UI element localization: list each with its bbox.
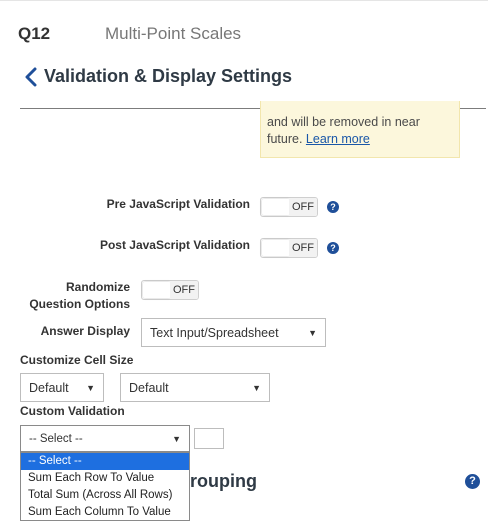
- section-title: Validation & Display Settings: [44, 66, 293, 86]
- toggle-knob: [262, 199, 290, 215]
- question-circle-icon[interactable]: ?: [327, 242, 339, 254]
- randomize-label-line2: Question Options: [29, 297, 130, 311]
- chevron-left-icon[interactable]: [24, 67, 38, 87]
- randomize-label-line1: Randomize: [65, 280, 130, 294]
- chevron-down-icon: ▼: [86, 382, 95, 393]
- cell-width-select[interactable]: Default ▼: [20, 373, 104, 402]
- chevron-down-icon: ▼: [308, 327, 317, 338]
- custom-validation-label: Custom Validation: [20, 404, 125, 418]
- dropdown-option[interactable]: -- Select --: [21, 453, 189, 470]
- custom-validation-options: -- Select -- Sum Each Row To Value Total…: [20, 452, 190, 521]
- dropdown-option[interactable]: Sum Each Column To Value: [21, 504, 189, 521]
- toggle-state: OFF: [170, 281, 198, 299]
- answer-display-value: Text Input/Spreadsheet: [150, 325, 279, 340]
- cell-size-label: Customize Cell Size: [20, 353, 134, 367]
- post-js-validation-toggle[interactable]: OFF: [260, 238, 318, 258]
- cell-width-value: Default: [29, 380, 69, 395]
- dropdown-option[interactable]: Sum Each Row To Value: [21, 470, 189, 487]
- cell-height-value: Default: [129, 380, 169, 395]
- top-border: [0, 0, 488, 1]
- custom-validation-value: -- Select --: [29, 432, 83, 445]
- randomize-options-toggle[interactable]: OFF: [141, 280, 199, 300]
- toggle-knob: [143, 282, 171, 298]
- answer-display-label: Answer Display: [40, 324, 130, 338]
- notice-text: and will be removed in near future. Lear…: [267, 114, 457, 148]
- question-circle-icon[interactable]: ?: [465, 474, 480, 489]
- toggle-state: OFF: [289, 198, 317, 216]
- cell-height-select[interactable]: Default ▼: [120, 373, 270, 402]
- question-number: Q12: [18, 24, 51, 43]
- custom-validation-select[interactable]: -- Select -- ▼: [20, 425, 190, 452]
- post-js-validation-label: Post JavaScript Validation: [99, 238, 250, 252]
- learn-more-link[interactable]: Learn more: [306, 132, 370, 146]
- grouping-section-title: rouping: [190, 471, 257, 491]
- dropdown-option[interactable]: Total Sum (Across All Rows): [21, 487, 189, 504]
- pre-js-validation-toggle[interactable]: OFF: [260, 197, 318, 217]
- pre-js-validation-label: Pre JavaScript Validation: [106, 197, 250, 211]
- validation-value-input[interactable]: [194, 428, 224, 449]
- chevron-down-icon: ▼: [252, 382, 261, 393]
- chevron-down-icon: ▼: [172, 433, 181, 444]
- randomize-options-label: Randomize Question Options: [10, 279, 130, 313]
- toggle-state: OFF: [289, 239, 317, 257]
- question-title: Multi-Point Scales: [105, 24, 242, 43]
- answer-display-select[interactable]: Text Input/Spreadsheet ▼: [141, 318, 326, 347]
- question-circle-icon[interactable]: ?: [327, 201, 339, 213]
- toggle-knob: [262, 240, 290, 256]
